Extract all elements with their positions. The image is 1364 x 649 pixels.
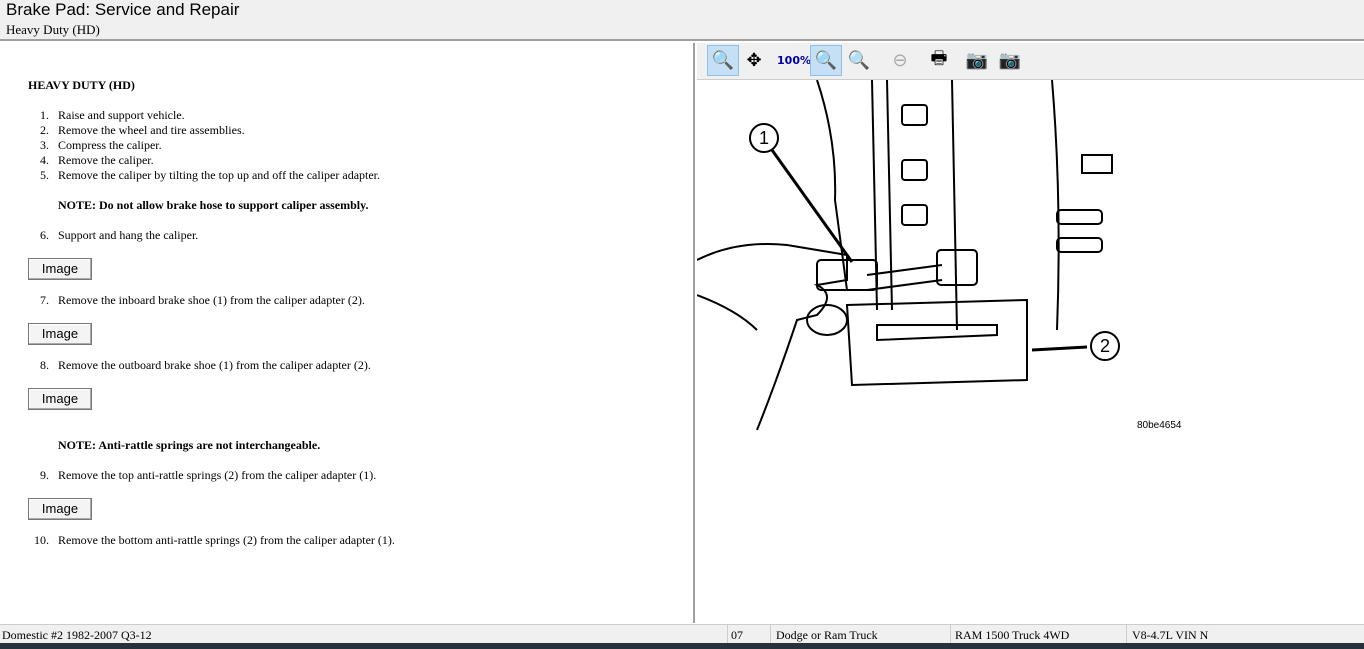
step-number: 1. <box>40 108 49 122</box>
viewer-toolbar: 🔍 ✥ 100% 🔍 🔍 ⊖ 🖶 📷 📷 <box>697 43 1364 80</box>
step-number: 3. <box>40 138 49 152</box>
step-text: Remove the bottom anti-rattle springs (2… <box>58 533 395 547</box>
status-database: Domestic #2 1982-2007 Q3-12 <box>2 628 152 642</box>
image-button[interactable]: Image <box>28 323 92 345</box>
zoom-fit-icon[interactable]: 🔍 <box>810 45 842 76</box>
image-button[interactable]: Image <box>28 258 92 280</box>
step-number: 10. <box>34 533 49 547</box>
print-icon[interactable]: 🖶 <box>923 45 955 76</box>
image-viewer: 🔍 ✥ 100% 🔍 🔍 ⊖ 🖶 📷 📷 1 2 80be4654 <box>697 43 1364 623</box>
step-number: 2. <box>40 123 49 137</box>
step-number: 7. <box>40 293 49 307</box>
page-title: Brake Pad: Service and Repair <box>6 0 240 19</box>
step-number: 4. <box>40 153 49 167</box>
step-text: Remove the wheel and tire assemblies. <box>58 123 245 137</box>
status-bar: Domestic #2 1982-2007 Q3-12 07 Dodge or … <box>0 624 1364 644</box>
step-number: 6. <box>40 228 49 242</box>
brake-illustration: 1 2 80be4654 <box>697 80 1182 431</box>
step-number: 9. <box>40 468 49 482</box>
image-button[interactable]: Image <box>28 498 92 520</box>
callout-1: 1 <box>759 128 769 148</box>
page-subtitle: Heavy Duty (HD) <box>6 22 100 37</box>
status-engine: V8-4.7L VIN N <box>1132 628 1209 642</box>
step-number: 5. <box>40 168 49 182</box>
figure-code: 80be4654 <box>1137 420 1182 431</box>
header: Brake Pad: Service and Repair Heavy Duty… <box>0 0 1364 41</box>
status-year: 07 <box>731 628 743 642</box>
note: NOTE: Do not allow brake hose to support… <box>58 198 369 212</box>
step-text: Compress the caliper. <box>58 138 162 152</box>
zoom-width-icon[interactable]: 🔍 <box>843 45 875 76</box>
step-text: Remove the top anti-rattle springs (2) f… <box>58 468 377 482</box>
pan-icon[interactable]: ✥ <box>738 45 770 76</box>
image-button[interactable]: Image <box>28 388 92 410</box>
callout-2: 2 <box>1100 336 1110 356</box>
step-number: 8. <box>40 358 49 372</box>
zoom-in-icon[interactable]: 🔍 <box>707 45 739 76</box>
status-make: Dodge or Ram Truck <box>776 628 878 642</box>
status-model: RAM 1500 Truck 4WD <box>955 628 1070 642</box>
step-text: Support and hang the caliper. <box>58 228 199 242</box>
step-text: Remove the caliper. <box>58 153 154 167</box>
step-text: Remove the inboard brake shoe (1) from t… <box>58 293 365 307</box>
previous-image-icon[interactable]: 📷 <box>961 45 993 76</box>
note: NOTE: Anti-rattle springs are not interc… <box>58 438 321 452</box>
procedure-panel: HEAVY DUTY (HD) 1. Raise and support vehi… <box>0 43 695 623</box>
step-text: Remove the outboard brake shoe (1) from … <box>58 358 371 372</box>
step-text: Raise and support vehicle. <box>58 108 185 122</box>
taskbar-strip <box>0 643 1364 649</box>
section-heading: HEAVY DUTY (HD) <box>28 78 135 92</box>
next-image-icon[interactable]: 📷 <box>994 45 1026 76</box>
zoom-out-icon[interactable]: ⊖ <box>884 45 916 76</box>
zoom-100-icon[interactable]: 100% <box>777 45 811 76</box>
step-text: Remove the caliper by tilting the top up… <box>58 168 381 182</box>
